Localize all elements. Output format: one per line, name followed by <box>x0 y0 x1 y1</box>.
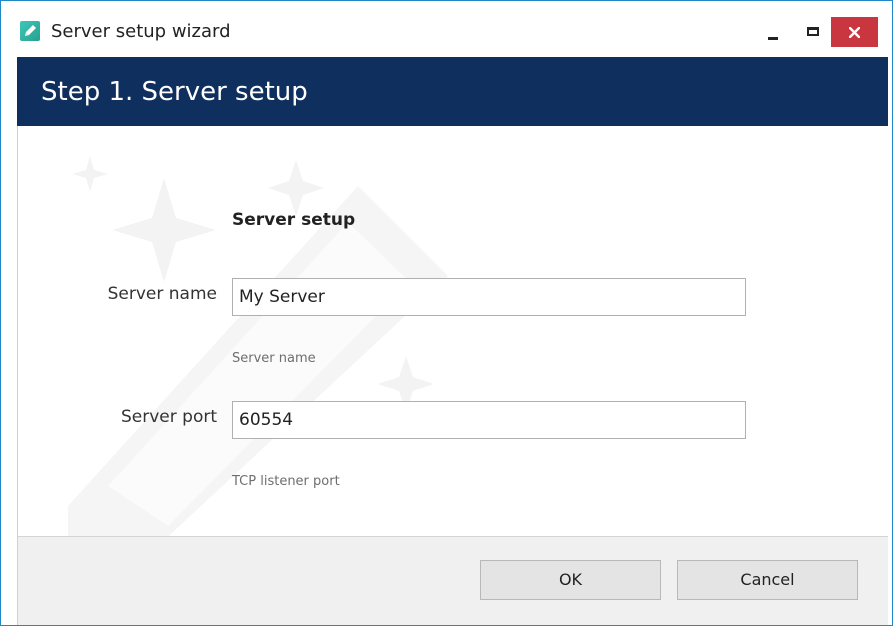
server-port-input[interactable] <box>232 401 746 439</box>
pencil-app-icon <box>20 21 40 41</box>
watermark-logo <box>68 156 448 536</box>
section-title: Server setup <box>232 210 356 230</box>
server-port-label: Server port <box>121 407 217 427</box>
window-title: Server setup wizard <box>51 21 231 42</box>
cancel-button[interactable]: Cancel <box>677 560 858 600</box>
close-icon[interactable] <box>831 17 878 47</box>
wizard-window: Server setup wizard Step 1. Server setup… <box>0 0 893 626</box>
server-name-label: Server name <box>107 284 217 304</box>
maximize-icon[interactable] <box>801 17 827 47</box>
server-port-hint: TCP listener port <box>232 474 340 489</box>
form-panel: Server setup Server name Server name Ser… <box>17 126 888 536</box>
ok-button[interactable]: OK <box>480 560 661 600</box>
step-title: Step 1. Server setup <box>41 77 308 107</box>
minimize-icon[interactable] <box>759 17 785 47</box>
server-name-input[interactable] <box>232 278 746 316</box>
server-name-hint: Server name <box>232 351 316 366</box>
wizard-header: Step 1. Server setup <box>17 57 888 126</box>
title-bar[interactable]: Server setup wizard <box>1 1 892 56</box>
dialog-footer: OK Cancel <box>17 536 888 625</box>
